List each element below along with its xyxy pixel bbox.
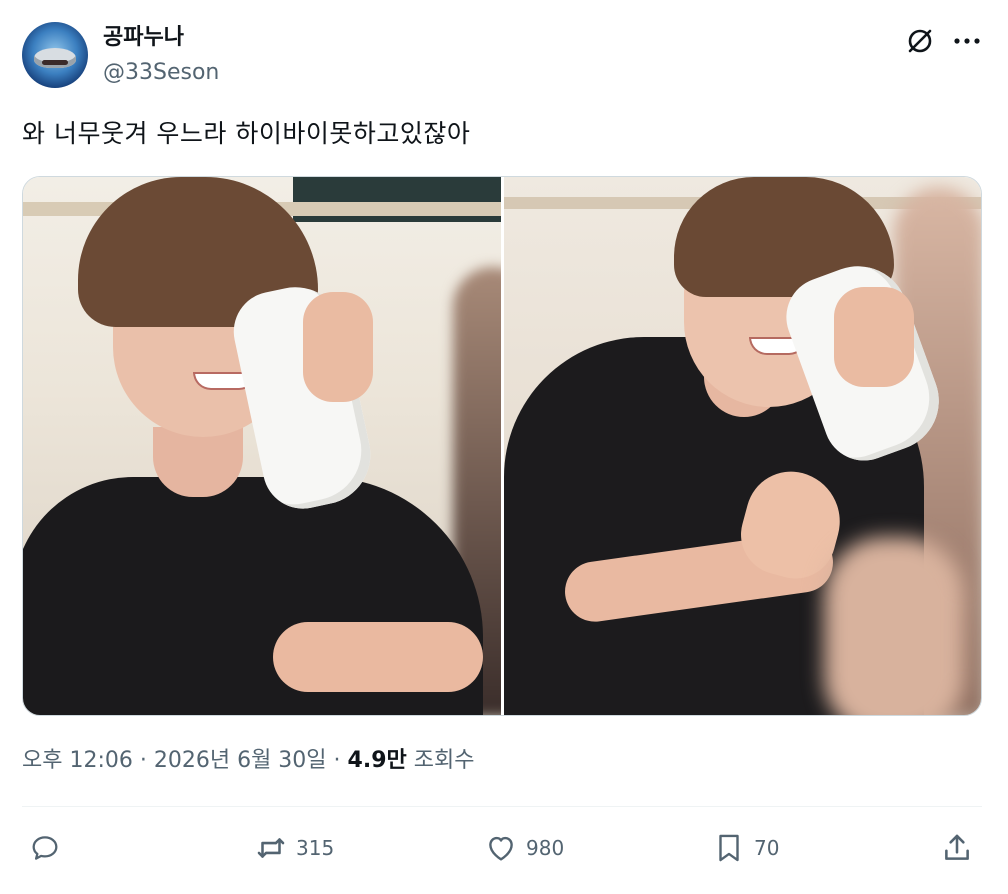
like-button[interactable]: 980 xyxy=(484,826,564,870)
grok-button[interactable] xyxy=(903,24,937,58)
grok-icon xyxy=(908,29,932,53)
shark-mouth xyxy=(42,60,68,65)
neck xyxy=(153,427,243,497)
reply-icon xyxy=(32,836,58,860)
more-dots-icon xyxy=(954,38,980,44)
bookmark-count: 70 xyxy=(754,836,780,860)
display-name[interactable]: 공파누나 xyxy=(103,23,184,53)
tweet-date[interactable]: 2026년 6월 30일 xyxy=(154,748,327,773)
hand-raised xyxy=(303,292,373,402)
reply-button[interactable] xyxy=(28,826,70,870)
views-label: 조회수 xyxy=(406,748,475,773)
bg-blurred-hand xyxy=(823,537,964,715)
repost-icon xyxy=(257,838,285,858)
divider xyxy=(22,806,982,807)
more-button[interactable] xyxy=(950,24,984,58)
bookmark-icon xyxy=(719,834,739,862)
media-grid xyxy=(22,176,982,716)
bookmark-button[interactable]: 70 xyxy=(712,826,779,870)
like-count: 980 xyxy=(526,836,565,860)
repost-button[interactable]: 315 xyxy=(254,826,334,870)
hand-resting xyxy=(273,622,483,692)
tweet-text: 와 너무웃겨 우느라 하이바이못하고있잖아 xyxy=(22,119,471,148)
handle[interactable]: @33Seson xyxy=(103,58,219,88)
tweet-meta: 오후 12:06 · 2026년 6월 30일 · 4.9만 조회수 xyxy=(22,744,474,778)
repost-count: 315 xyxy=(296,836,335,860)
shark-icon xyxy=(34,48,76,68)
views-count: 4.9만 xyxy=(347,748,407,773)
tweet-time[interactable]: 오후 12:06 xyxy=(22,748,133,773)
share-button[interactable] xyxy=(940,826,982,870)
hand-raised xyxy=(833,287,914,387)
photo-left[interactable] xyxy=(23,177,501,715)
photo-right[interactable] xyxy=(503,177,981,715)
meta-separator: · xyxy=(326,748,348,773)
avatar[interactable] xyxy=(22,22,88,88)
meta-separator: · xyxy=(132,748,154,773)
share-icon xyxy=(945,834,969,860)
heart-icon xyxy=(489,836,513,861)
